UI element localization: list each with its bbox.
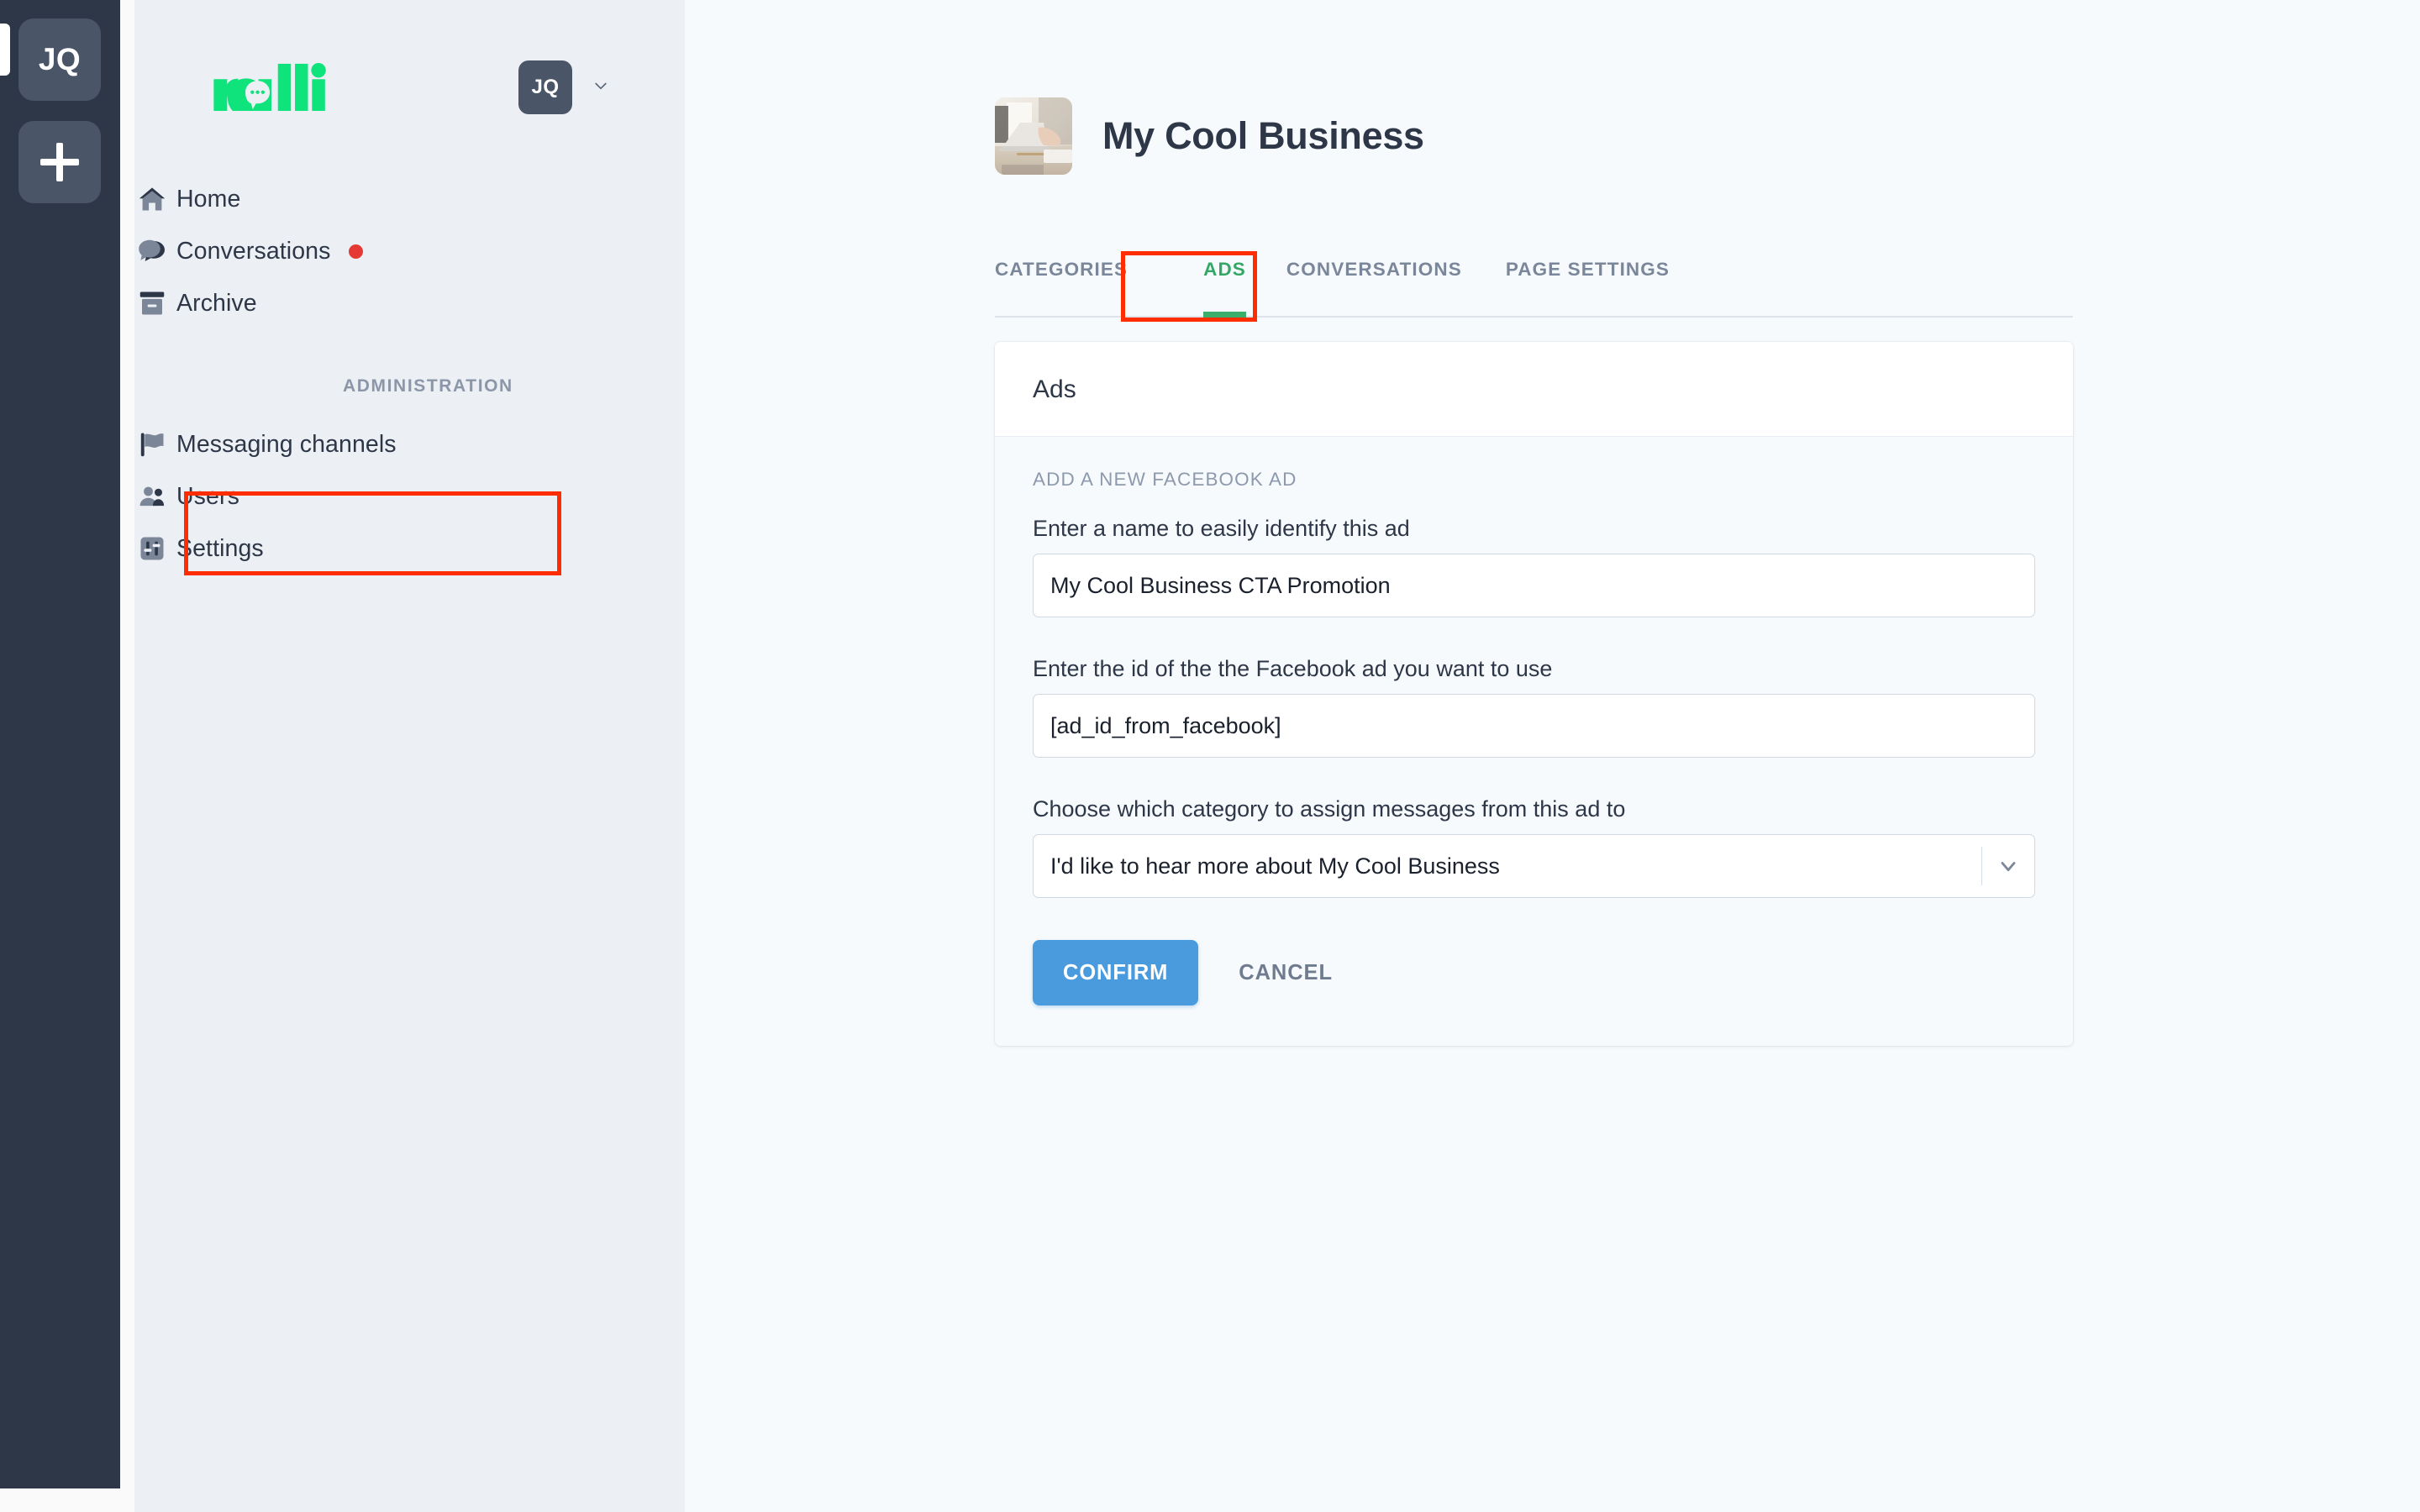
app-root: JQ JQ Home Conversations Archive ADMINIS…	[0, 0, 2420, 1512]
sidebar-item-label: Settings	[176, 534, 264, 562]
archive-box-icon	[135, 286, 169, 320]
tab-label: CONVERSATIONS	[1286, 259, 1462, 280]
category-select-value: I'd like to hear more about My Cool Busi…	[1050, 853, 1500, 879]
sidebar-item-conversations[interactable]: Conversations	[0, 225, 477, 277]
sidebar-item-messaging-channels[interactable]: Messaging channels	[0, 418, 477, 470]
ad-name-input-value: My Cool Business CTA Promotion	[1050, 572, 1391, 598]
tab-conversations[interactable]: CONVERSATIONS	[1286, 252, 1484, 318]
card-header: Ads	[995, 342, 2073, 437]
sidebar-item-label: Home	[176, 185, 241, 213]
people-icon	[135, 480, 169, 513]
tab-page-settings[interactable]: PAGE SETTINGS	[1506, 252, 1691, 318]
sidebar-item-label: Messaging channels	[176, 430, 397, 458]
field-label: Enter the id of the the Facebook ad you …	[1033, 656, 1553, 681]
sidebar-nav: Home Conversations Archive ADMINISTRATIO…	[134, 173, 685, 575]
page-title: My Cool Business	[1102, 114, 1424, 157]
sidebar-item-settings[interactable]: Settings	[0, 522, 477, 575]
sidebar-section-administration: ADMINISTRATION	[343, 376, 513, 396]
chat-bubbles-icon	[135, 234, 169, 268]
sidebar: JQ Home Conversations Archive ADMINISTRA…	[134, 0, 817, 1512]
confirm-button[interactable]: CONFIRM	[1033, 940, 1199, 1005]
rail-bottom-filler	[0, 1488, 134, 1512]
workspace-avatar-initials: JQ	[38, 42, 82, 76]
tab-label: PAGE SETTINGS	[1505, 259, 1670, 280]
sidebar-item-users[interactable]: Users	[0, 470, 477, 522]
field-ad-name: Enter a name to easily identify this ad …	[1033, 516, 2035, 617]
field-label: Choose which category to assign messages…	[1033, 796, 1626, 822]
unread-dot-badge	[349, 244, 364, 259]
home-icon	[135, 182, 169, 216]
form-kicker: ADD A NEW FACEBOOK AD	[1033, 469, 1297, 490]
chevron-down-icon[interactable]	[1982, 854, 2034, 878]
form-actions: CONFIRM CANCEL	[1033, 940, 2035, 1005]
ad-id-input-value: [ad_id_from_facebook]	[1050, 712, 1281, 738]
workspace-avatar-tile[interactable]: JQ	[18, 18, 101, 101]
sidebar-item-label: Archive	[176, 289, 257, 317]
field-gap	[1033, 758, 2035, 796]
card-title: Ads	[1033, 375, 1076, 403]
account-avatar-initials: JQ	[531, 76, 560, 98]
tab-label: CATEGORIES	[995, 259, 1128, 280]
account-avatar-chip[interactable]: JQ	[518, 60, 572, 114]
ad-id-input[interactable]: [ad_id_from_facebook]	[1033, 694, 2035, 758]
sidebar-item-home[interactable]: Home	[0, 173, 477, 225]
sliders-icon	[135, 532, 169, 565]
sidebar-header: JQ	[134, 54, 685, 131]
ad-name-input[interactable]: My Cool Business CTA Promotion	[1033, 554, 2035, 617]
field-category-select: Choose which category to assign messages…	[1033, 796, 2035, 898]
main-content: My Cool Business CATEGORIES ADS CONVERSA…	[685, 0, 2420, 1512]
tab-label: ADS	[1203, 259, 1246, 280]
flag-icon	[135, 428, 169, 461]
active-workspace-indicator	[0, 24, 10, 76]
content-tabs: CATEGORIES ADS CONVERSATIONS PAGE SETTIN…	[995, 252, 2073, 318]
category-select[interactable]: I'd like to hear more about My Cool Busi…	[1033, 834, 2035, 898]
business-thumbnail	[995, 97, 1072, 175]
field-label: Enter a name to easily identify this ad	[1033, 516, 1410, 541]
sidebar-item-archive[interactable]: Archive	[0, 277, 477, 329]
sidebar-item-label: Users	[176, 482, 239, 510]
ads-card: Ads ADD A NEW FACEBOOK AD Enter a name t…	[995, 342, 2073, 1046]
field-gap	[1033, 617, 2035, 656]
sidebar-item-label: Conversations	[176, 237, 331, 265]
ralli-logo[interactable]	[209, 62, 334, 111]
chevron-down-icon[interactable]	[588, 77, 613, 94]
card-body: ADD A NEW FACEBOOK AD Enter a name to ea…	[995, 437, 2073, 1046]
page-header: My Cool Business	[995, 97, 1424, 175]
tab-ads[interactable]: ADS	[1171, 252, 1278, 318]
field-ad-id: Enter the id of the the Facebook ad you …	[1033, 656, 2035, 758]
tab-categories[interactable]: CATEGORIES	[995, 252, 1150, 318]
cancel-button[interactable]: CANCEL	[1213, 940, 1358, 1005]
